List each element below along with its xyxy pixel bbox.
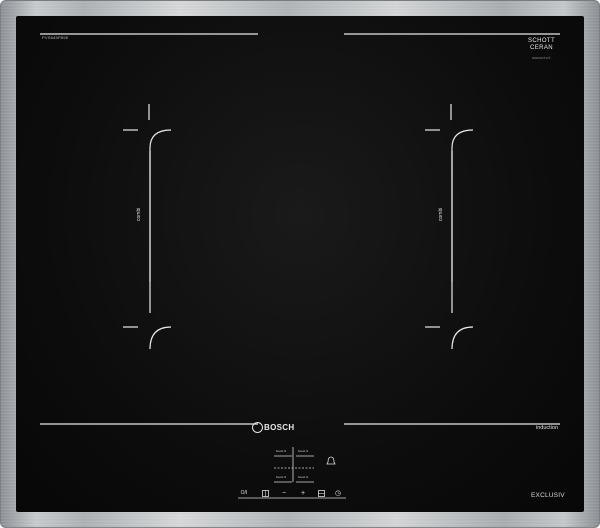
glass-brand-name-line2: CERAN — [530, 45, 554, 51]
zone-select-left-button[interactable] — [260, 488, 270, 498]
boost-label-front-left: boost S — [276, 449, 287, 453]
induction-label: induction — [536, 425, 559, 431]
series-label: EXCLUSIV — [531, 492, 565, 499]
right-zone-top-corner — [451, 129, 474, 282]
ceramic-glass-cooktop: PVS645FB5E SCHOTT CERAN MIRANTA® combi c… — [16, 16, 584, 512]
control-cluster-lines — [238, 447, 346, 499]
boost-label-rear-left: boost S — [276, 475, 287, 479]
timer-button[interactable]: ◷ — [333, 488, 343, 498]
model-code: PVS645FB5E — [42, 35, 69, 40]
left-zone-top-corner — [149, 129, 172, 282]
plus-button[interactable]: + — [298, 488, 308, 498]
bosch-logo-icon — [252, 422, 263, 433]
zone-select-icon — [317, 489, 325, 497]
boost-label-rear-right: boost S — [298, 475, 309, 479]
minus-button[interactable]: − — [279, 488, 289, 498]
zone-select-right-button[interactable] — [316, 488, 326, 498]
glass-brand-sub: MIRANTA® — [532, 56, 551, 60]
brand-logo-text: BOSCH — [264, 423, 295, 432]
cooking-zone-markings — [40, 33, 560, 499]
bell-icon — [326, 456, 336, 465]
boost-label-front-right: boost S — [298, 449, 309, 453]
right-flex-zone-outline — [425, 104, 474, 350]
right-zone-bottom-corner — [451, 326, 474, 350]
left-flex-zone-outline — [123, 104, 172, 350]
left-zone-bottom-corner — [149, 326, 172, 350]
power-button[interactable]: O/I — [238, 488, 250, 498]
zone-select-icon — [261, 489, 269, 497]
glass-brand-name: SCHOTT — [528, 38, 556, 44]
left-zone-combi-label: combi — [136, 207, 142, 221]
right-zone-combi-label: combi — [438, 207, 444, 221]
glass-brand-mark: SCHOTT CERAN MIRANTA® — [528, 38, 555, 62]
